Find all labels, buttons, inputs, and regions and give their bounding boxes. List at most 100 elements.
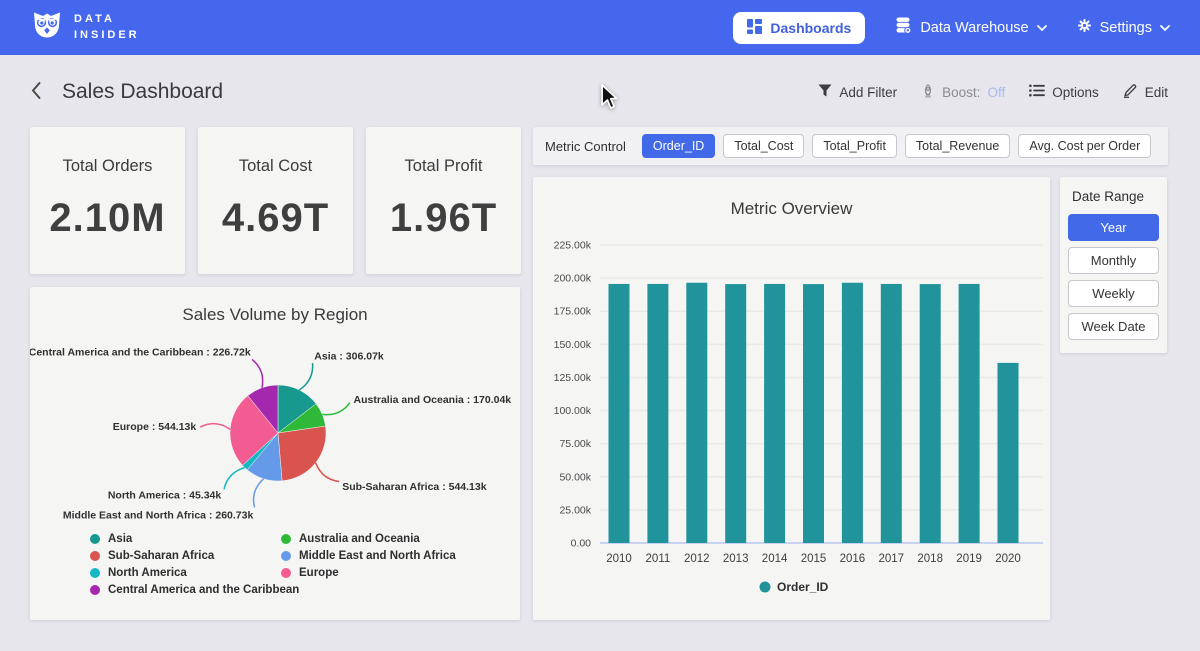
kpi-label: Total Orders <box>63 157 153 176</box>
x-tick-label: 2019 <box>956 553 982 565</box>
page-header: Sales Dashboard Add Filter Boost: Off <box>28 76 1168 108</box>
x-tick-label: 2015 <box>801 553 827 565</box>
gear-icon <box>1077 18 1092 37</box>
back-chevron-icon <box>30 81 42 103</box>
date-range-options: Year Monthly Weekly Week Date <box>1068 214 1159 340</box>
bar-chart-svg: 0.0025.00k50.00k75.00k100.00k125.00k150.… <box>533 225 1050 605</box>
nav-data-warehouse-button[interactable]: Data Warehouse <box>895 17 1046 38</box>
y-tick-label: 50.00k <box>559 471 591 483</box>
y-tick-label: 150.00k <box>554 339 592 351</box>
sales-volume-card: Sales Volume by Region Asia : 306.07kAus… <box>30 287 520 620</box>
options-list-icon <box>1029 84 1045 100</box>
bar-2017[interactable] <box>881 284 902 543</box>
legend-label: Middle East and North Africa <box>299 550 456 562</box>
legend-dot <box>281 534 291 544</box>
x-tick-label: 2020 <box>995 553 1021 565</box>
metric-control-options: Order_ID Total_Cost Total_Profit Total_Reve… <box>642 134 1151 158</box>
nav-data-warehouse-label: Data Warehouse <box>920 20 1028 36</box>
legend-item-europe[interactable]: Europe <box>281 567 456 579</box>
bar-2012[interactable] <box>686 283 707 543</box>
legend-item-central-america-and-the-caribbean[interactable]: Central America and the Caribbean <box>90 584 281 596</box>
legend-dot <box>90 585 100 595</box>
bar-2019[interactable] <box>959 284 980 543</box>
bar-2015[interactable] <box>803 284 824 543</box>
legend-dot <box>90 534 100 544</box>
pie-leader-line <box>316 463 340 482</box>
bar-2020[interactable] <box>998 363 1019 543</box>
pie-slice-sub-saharan-africa[interactable] <box>278 426 326 481</box>
bar-2014[interactable] <box>764 284 785 543</box>
metric-chip-order-id[interactable]: Order_ID <box>642 134 715 158</box>
legend-label: Australia and Oceania <box>299 533 420 545</box>
y-tick-label: 225.00k <box>554 240 592 252</box>
pie-chart-svg: Asia : 306.07kAustralia and Oceania : 17… <box>30 327 520 529</box>
back-button[interactable] <box>28 79 44 105</box>
chevron-down-icon <box>1160 20 1170 36</box>
pie-leader-line <box>254 479 264 508</box>
bar-2016[interactable] <box>842 283 863 543</box>
metric-chip-total-profit[interactable]: Total_Profit <box>812 134 897 158</box>
y-tick-label: 75.00k <box>559 438 591 450</box>
date-range-year[interactable]: Year <box>1068 214 1159 241</box>
legend-label: Sub-Saharan Africa <box>108 550 214 562</box>
bar-legend-dot <box>760 582 771 593</box>
brand[interactable]: DATA INSIDER <box>30 8 140 47</box>
date-range-week-date[interactable]: Week Date <box>1068 313 1159 340</box>
pie-legend: Asia Australia and Oceania Sub-Saharan Afr… <box>90 533 456 596</box>
pie-chart-title: Sales Volume by Region <box>30 287 520 325</box>
boost-toggle[interactable]: Boost: Off <box>921 84 1005 101</box>
pie-label-sub-saharan-africa: Sub-Saharan Africa : 544.13k <box>342 481 486 493</box>
pie-label-europe: Europe : 544.13k <box>113 421 197 433</box>
date-range-weekly[interactable]: Weekly <box>1068 280 1159 307</box>
pie-label-middle-east-and-north-africa: Middle East and North Africa : 260.73k <box>63 510 254 522</box>
bar-2011[interactable] <box>647 284 668 543</box>
bar-2018[interactable] <box>920 284 941 543</box>
metric-chip-avg-cost-per-order[interactable]: Avg. Cost per Order <box>1018 134 1151 158</box>
legend-dot <box>90 568 100 578</box>
bar-2013[interactable] <box>725 284 746 543</box>
metric-chip-total-cost[interactable]: Total_Cost <box>723 134 804 158</box>
kpi-value: 4.69T <box>222 196 329 241</box>
legend-label: Europe <box>299 567 339 579</box>
edit-button[interactable]: Edit <box>1123 83 1168 101</box>
y-tick-label: 175.00k <box>554 306 592 318</box>
metric-chip-total-revenue[interactable]: Total_Revenue <box>905 134 1010 158</box>
owl-logo-icon <box>30 8 64 47</box>
brand-name: DATA INSIDER <box>74 12 140 44</box>
nav-dashboards-label: Dashboards <box>770 20 851 36</box>
pie-leader-line <box>322 403 350 415</box>
legend-label: North America <box>108 567 187 579</box>
x-tick-label: 2011 <box>646 553 671 565</box>
metric-overview-card: Metric Overview 0.0025.00k50.00k75.00k10… <box>533 177 1050 620</box>
date-range-panel: Date Range YearMonthlyWeeklyWeek Date <box>1060 177 1167 353</box>
y-tick-label: 200.00k <box>554 273 592 285</box>
nav-dashboards-button[interactable]: Dashboards <box>733 12 865 44</box>
legend-dot <box>90 551 100 561</box>
navbar-menu: Dashboards Data Warehouse <box>733 12 1170 44</box>
y-tick-label: 0.00 <box>571 538 592 550</box>
legend-dot <box>281 551 291 561</box>
add-filter-button[interactable]: Add Filter <box>818 84 897 100</box>
nav-settings-button[interactable]: Settings <box>1077 18 1170 37</box>
legend-item-north-america[interactable]: North America <box>90 567 281 579</box>
kpi-label: Total Cost <box>239 157 312 176</box>
dashboards-grid-icon <box>747 19 762 37</box>
y-tick-label: 125.00k <box>554 372 592 384</box>
legend-item-sub-saharan-africa[interactable]: Sub-Saharan Africa <box>90 550 281 562</box>
date-range-monthly[interactable]: Monthly <box>1068 247 1159 274</box>
bar-chart-title: Metric Overview <box>533 177 1050 219</box>
page-title: Sales Dashboard <box>62 80 223 104</box>
pie-leader-line <box>224 468 245 490</box>
legend-item-asia[interactable]: Asia <box>90 533 281 545</box>
nav-settings-label: Settings <box>1100 20 1152 36</box>
options-button[interactable]: Options <box>1029 84 1099 100</box>
bar-legend-label[interactable]: Order_ID <box>777 580 829 594</box>
kpi-value: 2.10M <box>49 196 165 241</box>
metric-control-bar: Metric Control Order_IDTotal_CostTotal_P… <box>533 127 1168 165</box>
y-tick-label: 25.00k <box>559 504 591 516</box>
legend-item-australia-and-oceania[interactable]: Australia and Oceania <box>281 533 456 545</box>
legend-item-middle-east-and-north-africa[interactable]: Middle East and North Africa <box>281 550 456 562</box>
bar-2010[interactable] <box>609 284 630 543</box>
x-tick-label: 2013 <box>723 553 749 565</box>
x-tick-label: 2016 <box>840 553 866 565</box>
